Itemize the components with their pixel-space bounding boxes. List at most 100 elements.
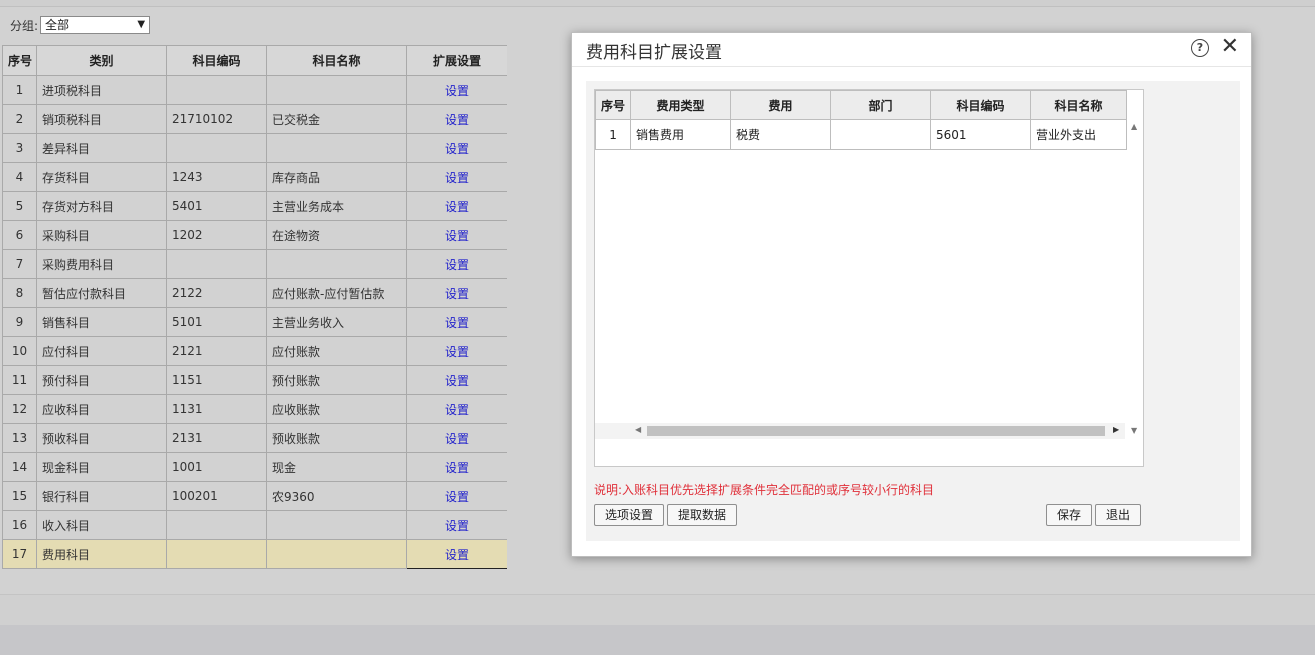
row-category[interactable]: 差异科目 [36, 133, 167, 163]
row-code[interactable]: 2122 [166, 278, 267, 308]
close-icon[interactable]: ✕ [1221, 35, 1239, 59]
row-code[interactable]: 1131 [166, 394, 267, 424]
settings-link[interactable]: 设置 [406, 423, 507, 453]
row-category[interactable]: 应收科目 [36, 394, 167, 424]
row-name[interactable] [266, 75, 407, 105]
grid-cell-type[interactable]: 销售费用 [630, 119, 732, 150]
row-code[interactable]: 100201 [166, 481, 267, 511]
horizontal-scroll-thumb[interactable] [647, 426, 1105, 436]
grid-cell-seq[interactable]: 1 [594, 119, 632, 150]
row-name[interactable]: 农9360 [266, 481, 407, 511]
row-name[interactable] [266, 510, 407, 540]
settings-link[interactable]: 设置 [406, 481, 507, 511]
row-code[interactable]: 1243 [166, 162, 267, 192]
row-category[interactable]: 收入科目 [36, 510, 167, 540]
scroll-up-icon[interactable]: ▲ [1131, 122, 1137, 131]
table-row[interactable]: 1 进项税科目 设置 [2, 75, 507, 105]
row-category[interactable]: 销售科目 [36, 307, 167, 337]
row-code[interactable]: 2121 [166, 336, 267, 366]
settings-link[interactable]: 设置 [406, 365, 507, 395]
table-row[interactable]: 17 费用科目 设置 [2, 539, 507, 569]
settings-link[interactable]: 设置 [406, 249, 507, 279]
row-name[interactable]: 预付账款 [266, 365, 407, 395]
grid-cell-fee[interactable]: 税费 [730, 119, 832, 150]
col-header-code[interactable]: 科目编码 [166, 45, 267, 76]
exit-button[interactable]: 退出 [1095, 504, 1141, 526]
table-row[interactable]: 7 采购费用科目 设置 [2, 249, 507, 279]
table-row[interactable]: 4 存货科目 1243 库存商品 设置 [2, 162, 507, 192]
row-seq[interactable]: 14 [2, 452, 37, 482]
grid-row[interactable]: 1 销售费用 税费 5601 营业外支出 [594, 119, 1128, 150]
row-category[interactable]: 应付科目 [36, 336, 167, 366]
row-code[interactable] [166, 539, 267, 569]
grid-cell-code[interactable]: 5601 [930, 119, 1032, 150]
table-row[interactable]: 10 应付科目 2121 应付账款 设置 [2, 336, 507, 366]
row-name[interactable]: 在途物资 [266, 220, 407, 250]
fetch-data-button[interactable]: 提取数据 [667, 504, 737, 526]
row-category[interactable]: 采购科目 [36, 220, 167, 250]
row-code[interactable] [166, 75, 267, 105]
row-name[interactable] [266, 133, 407, 163]
row-category[interactable]: 存货科目 [36, 162, 167, 192]
row-name[interactable] [266, 249, 407, 279]
row-seq[interactable]: 1 [2, 75, 37, 105]
row-name[interactable]: 应付账款 [266, 336, 407, 366]
grid-col-code[interactable]: 科目编码 [930, 90, 1032, 120]
row-name[interactable]: 应付账款-应付暂估款 [266, 278, 407, 308]
settings-link[interactable]: 设置 [406, 307, 507, 337]
row-code[interactable]: 5401 [166, 191, 267, 221]
row-seq[interactable]: 8 [2, 278, 37, 308]
row-category[interactable]: 进项税科目 [36, 75, 167, 105]
row-category[interactable]: 预付科目 [36, 365, 167, 395]
settings-link[interactable]: 设置 [406, 162, 507, 192]
table-row[interactable]: 6 采购科目 1202 在途物资 设置 [2, 220, 507, 250]
row-seq[interactable]: 15 [2, 481, 37, 511]
row-seq[interactable]: 13 [2, 423, 37, 453]
table-row[interactable]: 16 收入科目 设置 [2, 510, 507, 540]
row-code[interactable] [166, 510, 267, 540]
row-seq[interactable]: 12 [2, 394, 37, 424]
settings-link[interactable]: 设置 [406, 104, 507, 134]
settings-link[interactable]: 设置 [406, 278, 507, 308]
col-header-category[interactable]: 类别 [36, 45, 167, 76]
settings-link[interactable]: 设置 [406, 220, 507, 250]
row-seq[interactable]: 2 [2, 104, 37, 134]
row-code[interactable] [166, 249, 267, 279]
table-row[interactable]: 8 暂估应付款科目 2122 应付账款-应付暂估款 设置 [2, 278, 507, 308]
grid-cell-dept[interactable] [830, 119, 932, 150]
settings-link[interactable]: 设置 [406, 452, 507, 482]
row-seq[interactable]: 7 [2, 249, 37, 279]
grid-col-type[interactable]: 费用类型 [630, 90, 732, 120]
grid-col-name[interactable]: 科目名称 [1030, 90, 1128, 120]
grid-col-seq[interactable]: 序号 [594, 90, 632, 120]
row-code[interactable] [166, 133, 267, 163]
col-header-name[interactable]: 科目名称 [266, 45, 407, 76]
row-name[interactable] [266, 539, 407, 569]
row-category[interactable]: 预收科目 [36, 423, 167, 453]
vertical-scrollbar[interactable]: ▲ ▼ [1127, 118, 1143, 438]
row-seq[interactable]: 10 [2, 336, 37, 366]
scroll-right-icon[interactable]: ▶ [1113, 425, 1119, 434]
grid-cell-name[interactable]: 营业外支出 [1030, 119, 1128, 150]
settings-link[interactable]: 设置 [406, 539, 507, 569]
table-row[interactable]: 5 存货对方科目 5401 主营业务成本 设置 [2, 191, 507, 221]
table-row[interactable]: 9 销售科目 5101 主营业务收入 设置 [2, 307, 507, 337]
row-name[interactable]: 已交税金 [266, 104, 407, 134]
settings-link[interactable]: 设置 [406, 75, 507, 105]
row-code[interactable]: 1001 [166, 452, 267, 482]
row-seq[interactable]: 9 [2, 307, 37, 337]
settings-link[interactable]: 设置 [406, 336, 507, 366]
settings-link[interactable]: 设置 [406, 394, 507, 424]
table-row[interactable]: 14 现金科目 1001 现金 设置 [2, 452, 507, 482]
grid-col-dept[interactable]: 部门 [830, 90, 932, 120]
scroll-left-icon[interactable]: ◀ [635, 425, 641, 434]
col-header-ext[interactable]: 扩展设置 [406, 45, 507, 76]
row-seq[interactable]: 3 [2, 133, 37, 163]
col-header-seq[interactable]: 序号 [2, 45, 37, 76]
settings-link[interactable]: 设置 [406, 191, 507, 221]
row-code[interactable]: 1151 [166, 365, 267, 395]
table-row[interactable]: 15 银行科目 100201 农9360 设置 [2, 481, 507, 511]
row-seq[interactable]: 5 [2, 191, 37, 221]
save-button[interactable]: 保存 [1046, 504, 1092, 526]
horizontal-scrollbar[interactable]: ◀ ▶ [595, 423, 1125, 439]
